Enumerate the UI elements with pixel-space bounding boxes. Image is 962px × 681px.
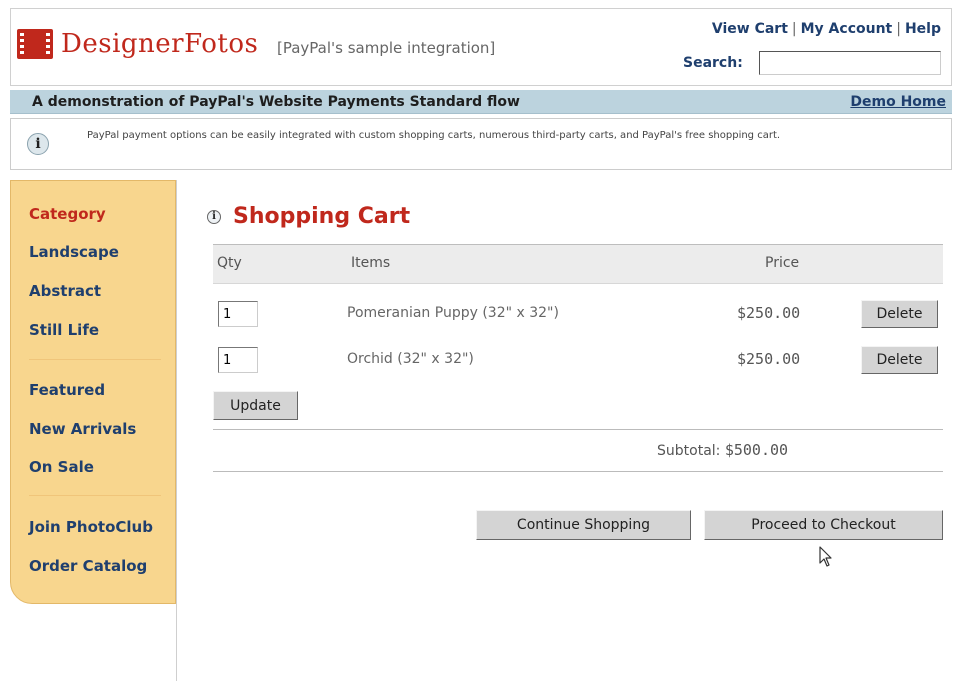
link-separator: | bbox=[791, 21, 797, 37]
delete-item-button[interactable]: Delete bbox=[861, 346, 938, 374]
sidebar-divider bbox=[29, 495, 161, 496]
cart-item-price: $250.00 bbox=[737, 350, 801, 368]
update-button[interactable]: Update bbox=[213, 391, 298, 420]
divider bbox=[213, 429, 943, 430]
info-icon: i bbox=[207, 210, 221, 224]
subtotal: Subtotal: $500.00 bbox=[657, 441, 788, 459]
sidebar-item-abstract[interactable]: Abstract bbox=[29, 282, 101, 300]
main-content: i Shopping Cart Qty Items Price Pomerani… bbox=[176, 180, 952, 681]
sidebar-item-still-life[interactable]: Still Life bbox=[29, 321, 99, 339]
continue-shopping-button[interactable]: Continue Shopping bbox=[476, 510, 691, 540]
search-label: Search: bbox=[683, 55, 743, 71]
cart-item-price: $250.00 bbox=[737, 304, 801, 322]
column-header-items: Items bbox=[351, 255, 391, 271]
info-box: i PayPal payment options can be easily i… bbox=[10, 118, 952, 170]
page-title: Shopping Cart bbox=[233, 204, 411, 229]
site-header: DesignerFotos [PayPal's sample integrati… bbox=[10, 8, 952, 86]
top-links: View Cart | My Account | Help bbox=[712, 21, 941, 37]
quantity-input[interactable] bbox=[218, 347, 258, 373]
film-strip-icon bbox=[17, 29, 53, 59]
link-separator: | bbox=[896, 21, 901, 37]
info-icon: i bbox=[27, 133, 49, 155]
column-header-qty: Qty bbox=[217, 255, 242, 271]
mouse-cursor-icon bbox=[819, 546, 832, 567]
banner-title: A demonstration of PayPal's Website Paym… bbox=[32, 94, 520, 110]
demo-banner: A demonstration of PayPal's Website Paym… bbox=[10, 90, 952, 114]
sidebar-item-featured[interactable]: Featured bbox=[29, 381, 105, 399]
cart-item-name: Pomeranian Puppy (32" x 32") bbox=[347, 305, 559, 321]
help-link[interactable]: Help bbox=[905, 21, 941, 37]
subtotal-label: Subtotal: bbox=[657, 443, 721, 459]
brand-subtitle: [PayPal's sample integration] bbox=[277, 39, 496, 57]
sidebar: Category Landscape Abstract Still Life F… bbox=[10, 180, 176, 604]
sidebar-item-order-catalog[interactable]: Order Catalog bbox=[29, 557, 147, 575]
sidebar-category-heading: Category bbox=[29, 205, 106, 223]
sidebar-item-new-arrivals[interactable]: New Arrivals bbox=[29, 420, 136, 438]
delete-item-button[interactable]: Delete bbox=[861, 300, 938, 328]
cart-table-header: Qty Items Price bbox=[213, 244, 943, 284]
divider bbox=[213, 471, 943, 472]
proceed-to-checkout-button[interactable]: Proceed to Checkout bbox=[704, 510, 943, 540]
sidebar-divider bbox=[29, 359, 161, 360]
sidebar-item-landscape[interactable]: Landscape bbox=[29, 243, 119, 261]
cart-item-name: Orchid (32" x 32") bbox=[347, 351, 474, 367]
demo-home-link[interactable]: Demo Home bbox=[850, 94, 946, 110]
my-account-link[interactable]: My Account bbox=[801, 21, 893, 37]
view-cart-link[interactable]: View Cart bbox=[712, 21, 788, 37]
sidebar-item-join-photoclub[interactable]: Join PhotoClub bbox=[29, 518, 153, 536]
quantity-input[interactable] bbox=[218, 301, 258, 327]
brand-logo-text[interactable]: DesignerFotos bbox=[61, 29, 258, 59]
subtotal-value: $500.00 bbox=[724, 441, 789, 459]
column-header-price: Price bbox=[765, 255, 800, 271]
sidebar-item-on-sale[interactable]: On Sale bbox=[29, 458, 94, 476]
search-input[interactable] bbox=[759, 51, 941, 75]
info-text: PayPal payment options can be easily int… bbox=[87, 130, 781, 141]
